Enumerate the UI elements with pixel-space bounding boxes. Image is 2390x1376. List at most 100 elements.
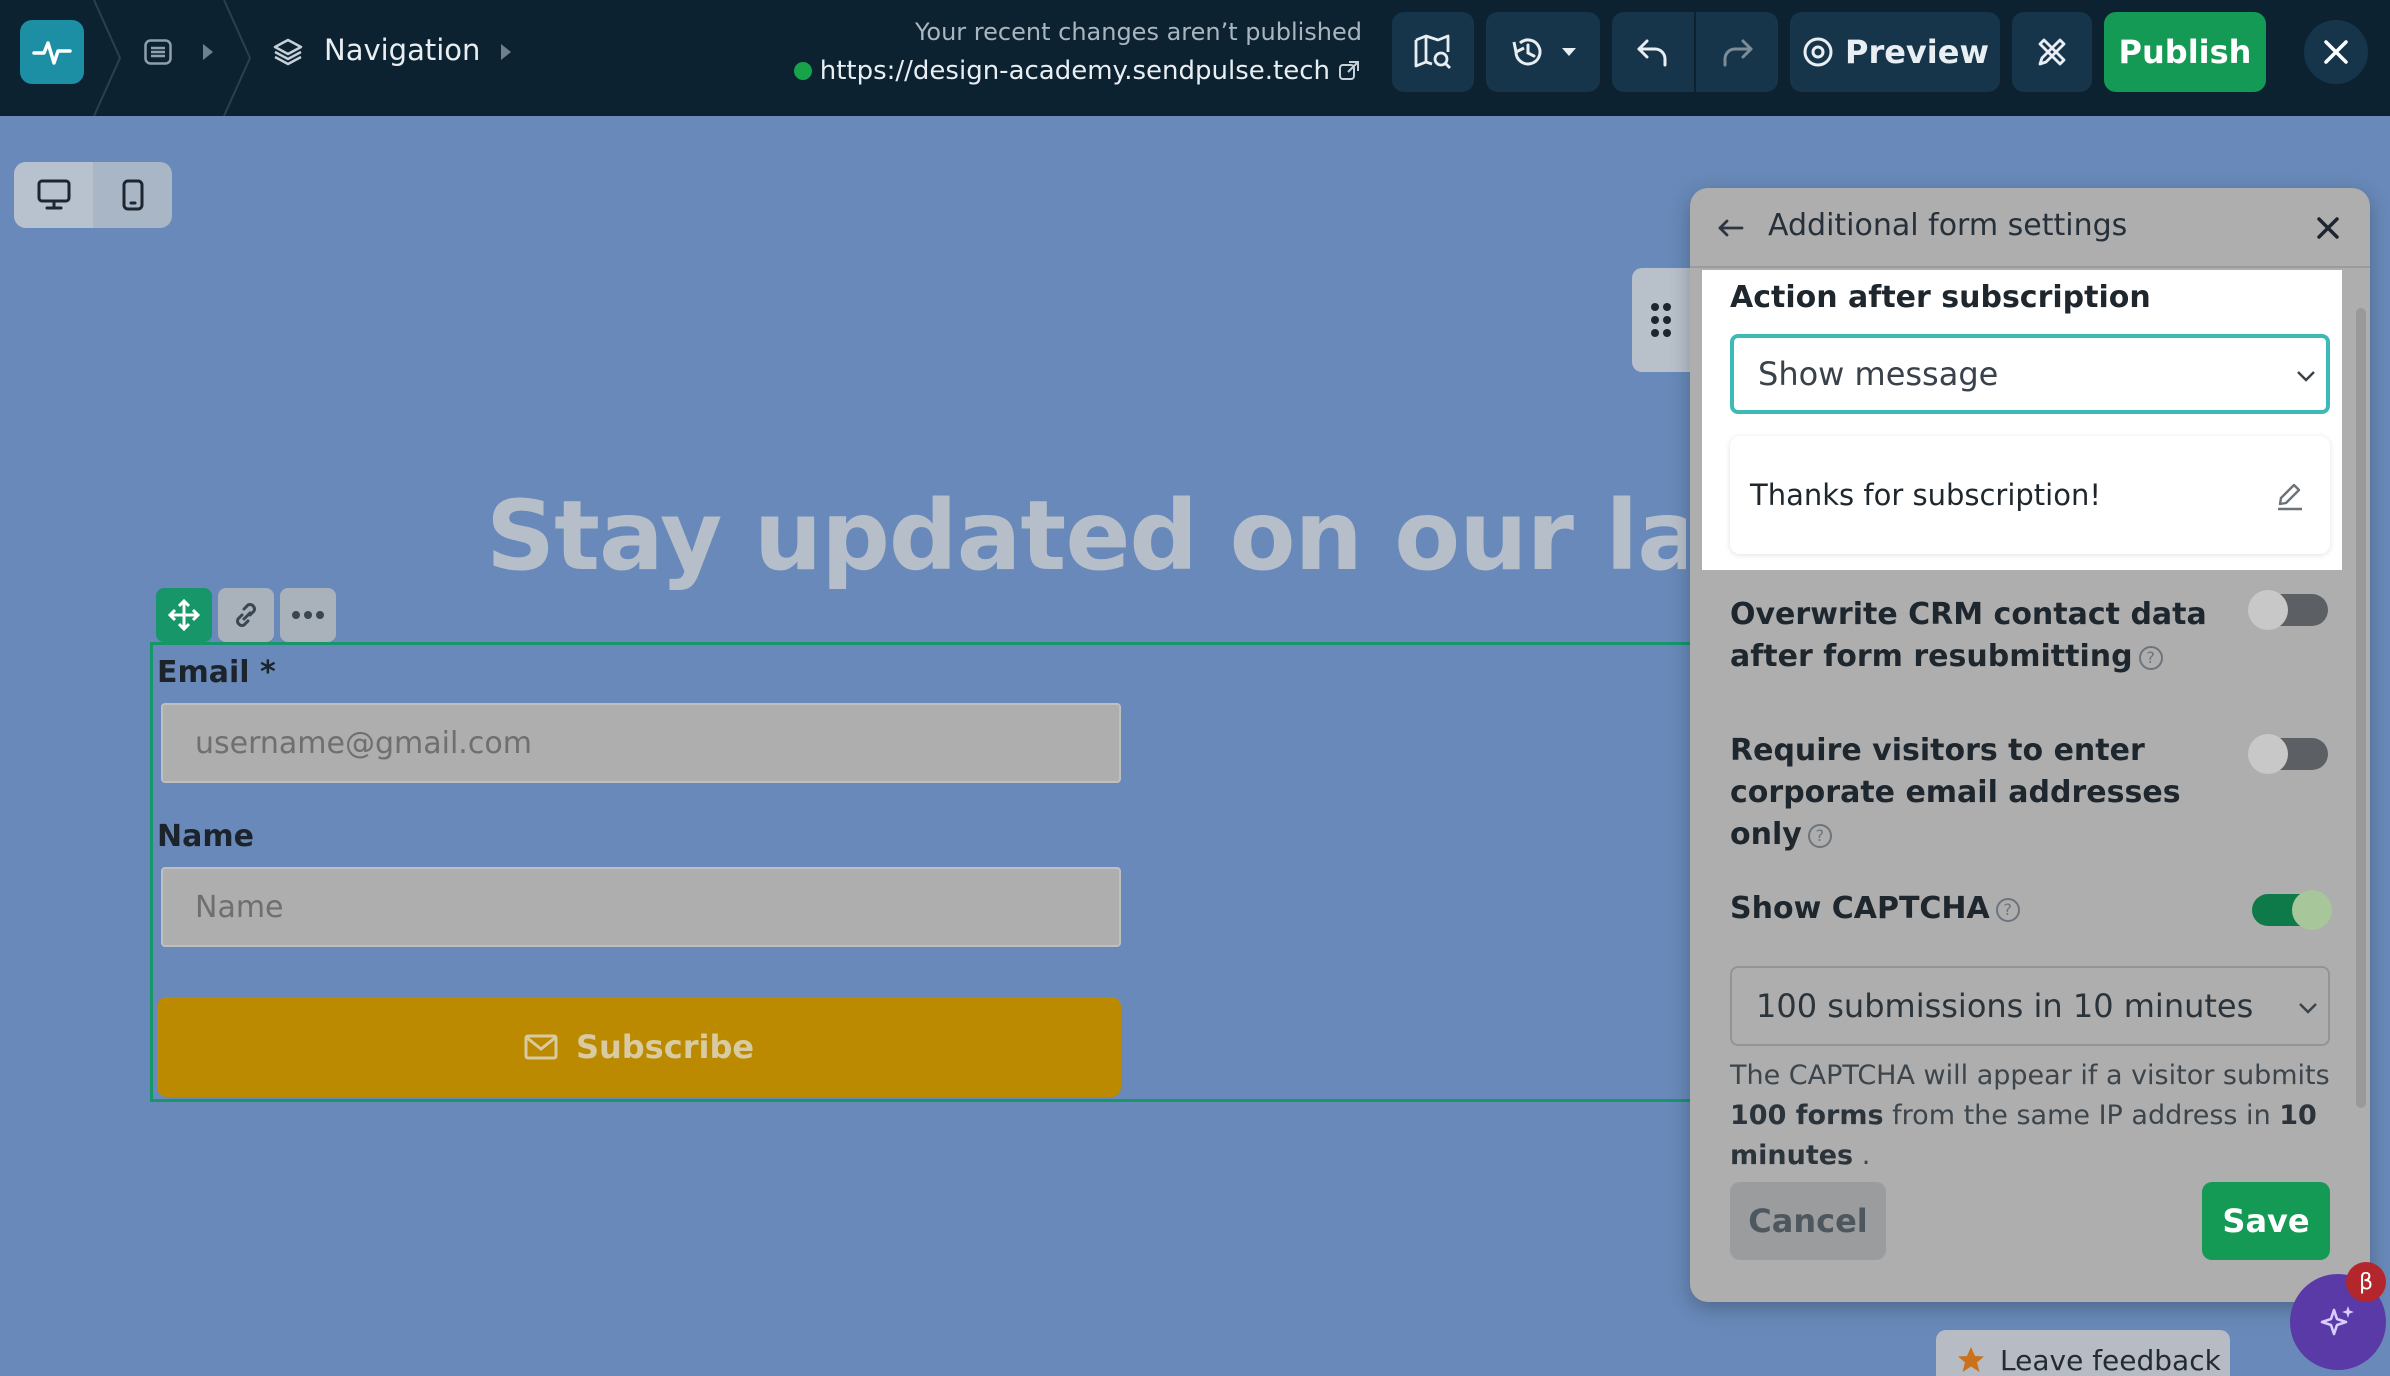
- hero-title[interactable]: Stay updated on our last n: [486, 480, 1686, 592]
- panel-title: Additional form settings: [1768, 208, 2128, 243]
- show-captcha-toggle[interactable]: [2252, 890, 2332, 930]
- show-captcha-text: Show CAPTCHA: [1730, 891, 1990, 926]
- toggle-knob: [2248, 734, 2288, 774]
- captcha-threshold-value: 100 submissions in 10 minutes: [1756, 987, 2254, 1025]
- toggle-knob: [2292, 890, 2332, 930]
- overwrite-crm-toggle[interactable]: [2248, 590, 2328, 630]
- beta-badge: β: [2346, 1262, 2386, 1302]
- corporate-email-label: Require visitors to enter corporate emai…: [1730, 730, 2181, 856]
- chevron-down-icon: [2299, 1003, 2317, 1014]
- leave-feedback-button[interactable]: Leave feedback: [1936, 1330, 2230, 1376]
- corporate-email-toggle[interactable]: [2248, 734, 2328, 774]
- online-status-icon: [793, 62, 812, 80]
- seo-check-button[interactable]: [1392, 12, 1474, 92]
- device-switcher: [14, 162, 172, 228]
- help-icon[interactable]: ?: [1807, 823, 1832, 848]
- redo-icon: [1723, 39, 1753, 67]
- preview-label: Preview: [1844, 33, 1990, 71]
- subscription-form-block[interactable]: Email * username@gmail.com Name Name Sub…: [150, 642, 1690, 1102]
- email-input[interactable]: username@gmail.com: [161, 703, 1121, 783]
- history-icon: [1512, 38, 1542, 66]
- eye-icon: [1803, 37, 1833, 67]
- save-button[interactable]: Save: [2202, 1182, 2330, 1260]
- overwrite-crm-label: Overwrite CRM contact data after form re…: [1730, 594, 2207, 678]
- star-icon: [1958, 1347, 1984, 1372]
- sparkles-icon: [2320, 1306, 2354, 1336]
- corporate-email-line1: Require visitors to enter: [1730, 733, 2145, 768]
- history-button[interactable]: [1486, 12, 1600, 92]
- close-editor-button[interactable]: [2304, 20, 2368, 84]
- cancel-button[interactable]: Cancel: [1730, 1182, 1886, 1260]
- email-label: Email *: [157, 655, 276, 690]
- subscribe-button[interactable]: Subscribe: [157, 997, 1121, 1097]
- name-label: Name: [157, 819, 254, 854]
- back-arrow-icon[interactable]: [1716, 214, 1746, 242]
- publish-button[interactable]: Publish: [2104, 12, 2266, 92]
- desktop-icon: [37, 179, 70, 210]
- captcha-note-part: from the same IP address in: [1883, 1100, 2280, 1131]
- action-after-subscription-title: Action after subscription: [1730, 280, 2151, 315]
- thank-you-message-text: Thanks for subscription!: [1750, 478, 2101, 512]
- external-link-icon: [1339, 61, 1359, 80]
- action-select[interactable]: Show message: [1730, 334, 2330, 414]
- chevron-down-icon: [2297, 371, 2315, 382]
- panel-drag-handle[interactable]: [1632, 268, 1690, 372]
- mobile-view-button[interactable]: [93, 162, 172, 228]
- thank-you-message-box[interactable]: Thanks for subscription!: [1730, 436, 2330, 554]
- panel-scrollbar[interactable]: [2356, 308, 2366, 1108]
- leave-feedback-label: Leave feedback: [2000, 1343, 2221, 1376]
- corporate-email-line3: only: [1730, 817, 1802, 852]
- captcha-note-part: .: [1853, 1140, 1871, 1171]
- site-url-text: https://design-academy.sendpulse.tech: [819, 56, 1330, 86]
- edit-pencil-icon[interactable]: [2274, 480, 2306, 512]
- additional-form-settings-panel: Additional form settings Action after su…: [1690, 188, 2370, 1302]
- captcha-note-minutes: minutes: [1730, 1140, 1854, 1171]
- drag-grip-icon: [1651, 303, 1671, 337]
- toggle-knob: [2248, 590, 2288, 630]
- more-dots-icon: [292, 611, 324, 619]
- more-options-button[interactable]: [280, 588, 336, 642]
- overwrite-crm-line1: Overwrite CRM contact data: [1730, 597, 2207, 632]
- help-icon[interactable]: ?: [2138, 645, 2163, 670]
- breadcrumb-separator-icon: [223, 0, 252, 116]
- design-tools-button[interactable]: [2012, 12, 2092, 92]
- caret-right-icon: [198, 40, 218, 64]
- close-icon: [2324, 40, 2348, 64]
- captcha-note-forms: 100 forms: [1730, 1100, 1884, 1131]
- overwrite-crm-line2: after form resubmitting: [1730, 639, 2133, 674]
- panel-header: Additional form settings: [1690, 188, 2370, 268]
- preview-button[interactable]: Preview: [1790, 12, 2000, 92]
- breadcrumb-navigation[interactable]: Navigation: [324, 30, 480, 70]
- layers-icon: [270, 34, 306, 70]
- block-toolbar: [156, 588, 336, 642]
- link-block-button[interactable]: [218, 588, 274, 642]
- list-icon[interactable]: [140, 36, 176, 68]
- map-search-icon: [1414, 34, 1451, 69]
- undo-icon: [1637, 39, 1667, 67]
- close-icon[interactable]: [2316, 216, 2340, 240]
- subscribe-label: Subscribe: [575, 1028, 755, 1066]
- pencil-ruler-icon: [2038, 38, 2066, 66]
- caret-right-icon[interactable]: [496, 40, 516, 64]
- desktop-view-button[interactable]: [14, 162, 93, 228]
- action-select-value: Show message: [1758, 355, 1999, 393]
- breadcrumb-separator-icon: [93, 0, 122, 116]
- corporate-email-line2: corporate email addresses: [1730, 775, 2181, 810]
- link-icon: [236, 603, 256, 627]
- show-captcha-label: Show CAPTCHA?: [1730, 888, 2020, 930]
- name-input[interactable]: Name: [161, 867, 1121, 947]
- move-block-button[interactable]: [156, 588, 212, 642]
- captcha-note-minutes-count: 10: [2279, 1100, 2317, 1131]
- chevron-down-icon: [1562, 48, 1576, 56]
- unpublished-status-text: Your recent changes aren’t published: [914, 18, 1362, 46]
- mobile-icon: [122, 179, 143, 211]
- captcha-note: The CAPTCHA will appear if a visitor sub…: [1730, 1056, 2330, 1176]
- help-icon[interactable]: ?: [1995, 897, 2020, 922]
- captcha-note-part: The CAPTCHA will appear if a visitor sub…: [1730, 1060, 2330, 1091]
- undo-button[interactable]: [1612, 12, 1694, 92]
- captcha-threshold-select[interactable]: 100 submissions in 10 minutes: [1730, 966, 2330, 1046]
- move-arrows-icon: [167, 598, 201, 632]
- site-url-link[interactable]: https://design-academy.sendpulse.tech: [793, 56, 1360, 86]
- redo-button[interactable]: [1696, 12, 1778, 92]
- pulse-logo-icon[interactable]: [20, 20, 84, 84]
